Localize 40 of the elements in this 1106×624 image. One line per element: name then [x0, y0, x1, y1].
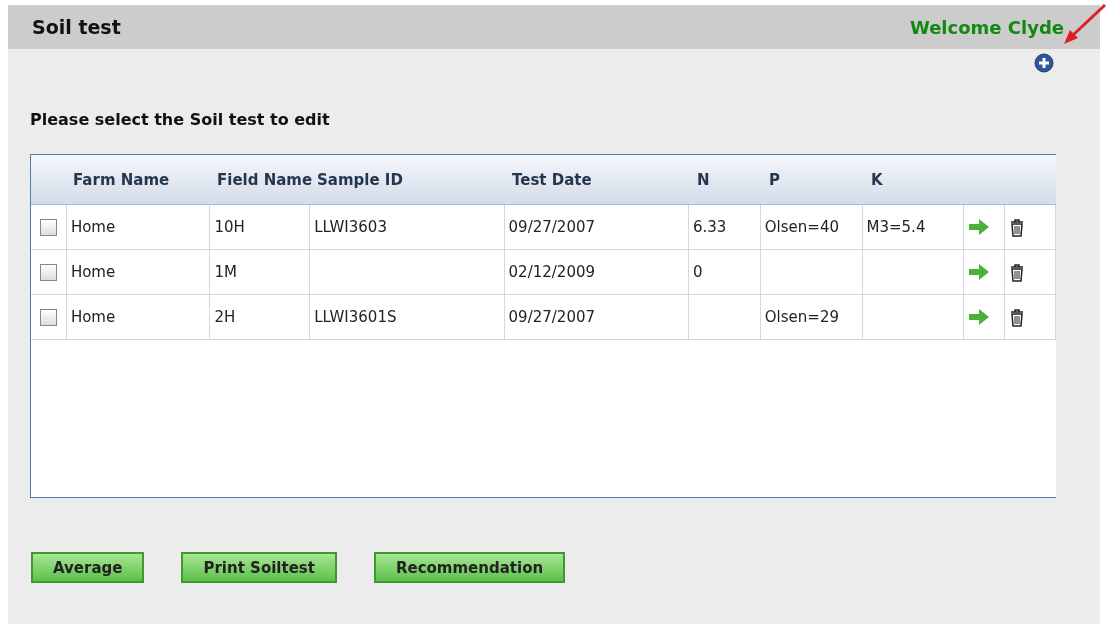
column-header[interactable]: P [769, 170, 780, 189]
table-cell: Home [66, 205, 211, 250]
table-cell: 02/12/2009 [504, 250, 689, 295]
table-cell: 6.33 [689, 205, 761, 250]
table-cell: 1M [210, 250, 311, 295]
table-cell: 09/27/2007 [504, 205, 689, 250]
action-button[interactable]: Print Soiltest [181, 552, 337, 583]
table-cell: Olsen=40 [760, 205, 863, 250]
column-header[interactable]: Test Date [512, 170, 592, 189]
trash-icon[interactable] [1009, 307, 1026, 327]
trash-icon[interactable] [1009, 262, 1026, 282]
instruction-text: Please select the Soil test to edit [30, 110, 331, 129]
column-header[interactable]: N [697, 170, 710, 189]
page-title: Soil test [32, 16, 121, 38]
table-cell: 0 [689, 250, 761, 295]
row-checkbox[interactable] [39, 308, 57, 326]
table-cell: LLWI3603 [310, 205, 505, 250]
table-cell: 10H [210, 205, 311, 250]
table-cell: Olsen=29 [760, 295, 863, 340]
table-cell: 09/27/2007 [504, 295, 689, 340]
column-header[interactable]: K [871, 170, 883, 189]
row-checkbox[interactable] [39, 263, 57, 281]
arrow-icon[interactable] [968, 218, 991, 236]
trash-icon[interactable] [1009, 217, 1026, 237]
welcome-text: Welcome Clyde [909, 16, 1064, 38]
arrow-icon[interactable] [968, 263, 991, 281]
empty-cell [689, 295, 761, 340]
arrow-icon[interactable] [968, 308, 991, 326]
table-cell: M3=5.4 [862, 205, 965, 250]
column-header[interactable]: Sample ID [317, 170, 403, 189]
table-cell: LLWI3601S [310, 295, 505, 340]
table-cell: 2H [210, 295, 311, 340]
column-header[interactable]: Farm Name [73, 170, 170, 189]
action-button[interactable]: Recommendation [373, 552, 566, 583]
table-cell: Home [66, 250, 211, 295]
table-cell: Home [66, 295, 211, 340]
add-icon[interactable] [1034, 53, 1054, 73]
row-checkbox[interactable] [39, 218, 57, 236]
action-button[interactable]: Average [31, 552, 145, 583]
column-header[interactable]: Field Name [217, 170, 313, 189]
